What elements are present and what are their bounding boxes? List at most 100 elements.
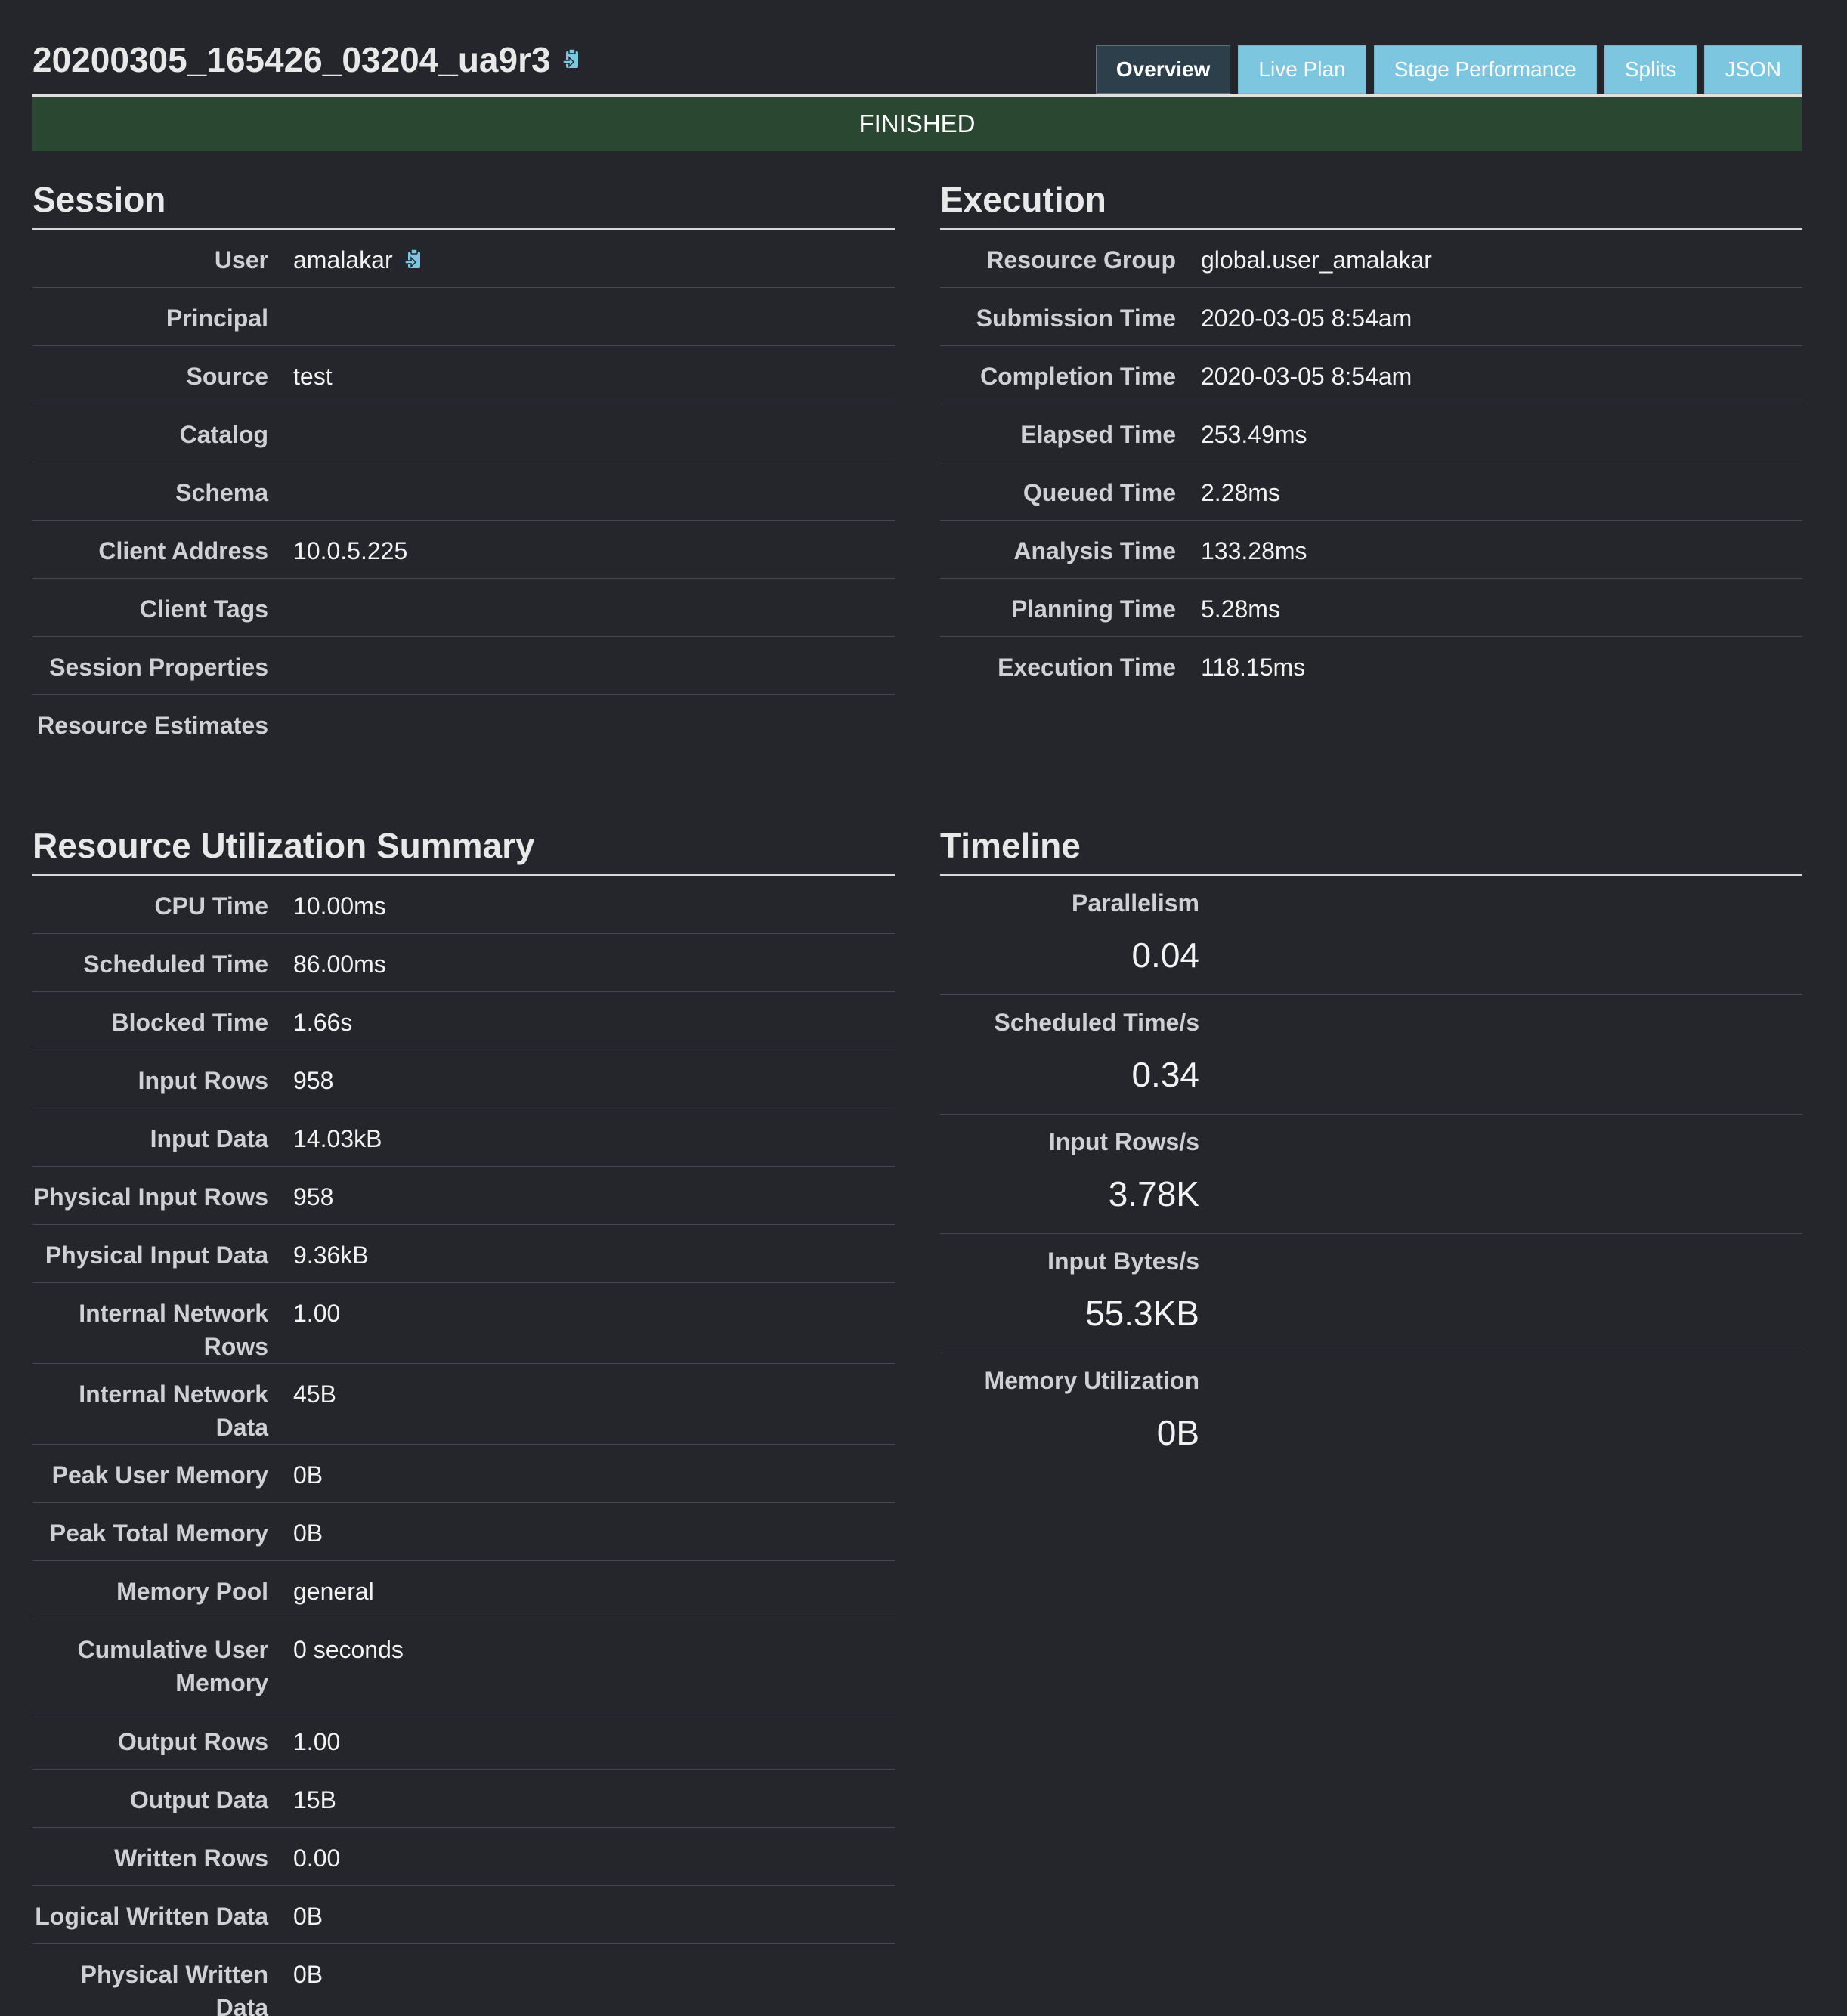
resource-row-input-data: Input Data 14.03kB [32,1108,895,1167]
row-value: 2020-03-05 8:54am [1201,363,1412,390]
timeline-value: 0.04 [1131,935,1199,975]
timeline-label: Scheduled Time/s [994,1009,1200,1036]
row-label: Output Data [129,1786,268,1813]
row-value: 133.28ms [1201,537,1307,564]
resource-row-scheduled-time: Scheduled Time 86.00ms [32,934,895,992]
resource-row-output-rows: Output Rows 1.00 [32,1711,895,1770]
row-value: 0.00 [293,1844,341,1872]
row-value: 9.36kB [293,1241,369,1269]
row-value: 15B [293,1786,336,1813]
row-value: 10.00ms [293,892,386,920]
timeline-value: 3.78K [1108,1174,1199,1214]
resource-utilization-section: Resource Utilization Summary CPU Time 10… [32,820,895,2016]
row-value: 2020-03-05 8:54am [1201,305,1412,332]
row-label: Peak User Memory [51,1461,268,1489]
row-label: Source [186,363,268,390]
row-label: Principal [166,305,268,332]
tab-stage-performance[interactable]: Stage Performance [1373,45,1597,94]
row-label: Cumulative User Memory [77,1636,268,1696]
query-tabs: Overview Live Plan Stage Performance Spl… [1095,45,1802,94]
row-label: Resource Estimates [37,712,268,739]
query-id-text: 20200305_165426_03204_ua9r3 [32,40,551,79]
resource-row-logical-written-data: Logical Written Data 0B [32,1886,895,1944]
row-label: Planning Time [1010,595,1176,623]
row-label: Written Rows [114,1844,268,1872]
clipboard-icon[interactable] [562,48,583,71]
timeline-value: 0.34 [1131,1055,1199,1094]
session-row-user: User amalakar [32,230,895,288]
timeline-row-input-bytes-per-sec: Input Bytes/s 55.3KB [940,1234,1802,1353]
row-label: Queued Time [1023,479,1176,506]
resource-row-written-rows: Written Rows 0.00 [32,1828,895,1886]
tab-live-plan[interactable]: Live Plan [1238,45,1366,94]
row-label: Scheduled Time [83,951,268,978]
execution-row-planning-time: Planning Time 5.28ms [940,579,1802,637]
timeline-value: 55.3KB [1085,1294,1199,1333]
execution-row-submission-time: Submission Time 2020-03-05 8:54am [940,288,1802,346]
execution-row-elapsed-time: Elapsed Time 253.49ms [940,404,1802,462]
resource-row-cpu-time: CPU Time 10.00ms [32,876,895,934]
row-value: 1.00 [293,1300,341,1327]
session-row-session-properties: Session Properties [32,637,895,695]
query-detail-page: 20200305_165426_03204_ua9r3 Overview Liv… [0,0,1847,2016]
row-value: test [293,363,333,390]
timeline-row-scheduled-time-per-sec: Scheduled Time/s 0.34 [940,995,1802,1115]
execution-row-resource-group: Resource Group global.user_amalakar [940,230,1802,288]
session-row-principal: Principal [32,288,895,346]
row-value: 2.28ms [1201,479,1280,506]
timeline-section: Timeline Parallelism 0.04 Scheduled Time… [940,820,1802,1473]
clipboard-icon[interactable] [404,249,425,271]
row-value: 10.0.5.225 [293,537,408,564]
execution-row-execution-time: Execution Time 118.15ms [940,637,1802,695]
resource-row-physical-written-data: Physical Written Data 0B [32,1944,895,2016]
row-value: 253.49ms [1201,421,1307,448]
tab-json[interactable]: JSON [1704,45,1802,94]
timeline-row-input-rows-per-sec: Input Rows/s 3.78K [940,1115,1802,1234]
row-value: 958 [293,1067,334,1094]
section-title-timeline: Timeline [940,826,1081,865]
row-label: Input Rows [138,1067,268,1094]
session-row-client-address: Client Address 10.0.5.225 [32,521,895,579]
session-row-client-tags: Client Tags [32,579,895,637]
row-label: Resource Group [986,246,1176,274]
row-value: 1.66s [293,1009,353,1036]
row-label: Catalog [179,421,268,448]
row-label: Completion Time [980,363,1176,390]
resource-row-input-rows: Input Rows 958 [32,1050,895,1108]
execution-section: Execution Resource Group global.user_ama… [940,174,1802,695]
session-section: Session User amalakar Principal Source t… [32,174,895,753]
row-label: Session Properties [49,654,268,681]
section-title-session: Session [32,180,166,219]
tab-splits[interactable]: Splits [1604,45,1697,94]
session-row-catalog: Catalog [32,404,895,462]
resource-row-physical-input-rows: Physical Input Rows 958 [32,1167,895,1225]
execution-row-completion-time: Completion Time 2020-03-05 8:54am [940,346,1802,404]
execution-row-analysis-time: Analysis Time 133.28ms [940,521,1802,579]
timeline-label: Memory Utilization [984,1367,1199,1394]
resource-row-internal-network-data: Internal Network Data 45B [32,1364,895,1445]
timeline-label: Parallelism [1072,889,1199,917]
query-state-bar: FINISHED [32,97,1802,151]
row-label: Client Address [98,537,268,564]
row-value: 118.15ms [1201,654,1306,681]
session-row-source: Source test [32,346,895,404]
session-row-resource-estimates: Resource Estimates [32,695,895,753]
row-label: Physical Input Data [45,1241,268,1269]
user-value: amalakar [293,246,393,274]
row-label: Schema [175,479,268,506]
resource-row-peak-total-memory: Peak Total Memory 0B [32,1503,895,1561]
row-label: Internal Network Rows [79,1300,268,1360]
row-value: 0B [293,1461,323,1489]
row-value: 86.00ms [293,951,386,978]
section-title-execution: Execution [940,180,1106,219]
row-label: Execution Time [998,654,1176,681]
row-label: Blocked Time [111,1009,268,1036]
row-label: Physical Written Data [80,1961,268,2016]
tab-overview[interactable]: Overview [1095,45,1231,94]
resource-row-physical-input-data: Physical Input Data 9.36kB [32,1225,895,1283]
row-label: User [214,246,268,274]
row-label: Peak Total Memory [49,1520,268,1547]
resource-row-peak-user-memory: Peak User Memory 0B [32,1445,895,1503]
resource-row-blocked-time: Blocked Time 1.66s [32,992,895,1050]
timeline-label: Input Bytes/s [1047,1248,1199,1275]
